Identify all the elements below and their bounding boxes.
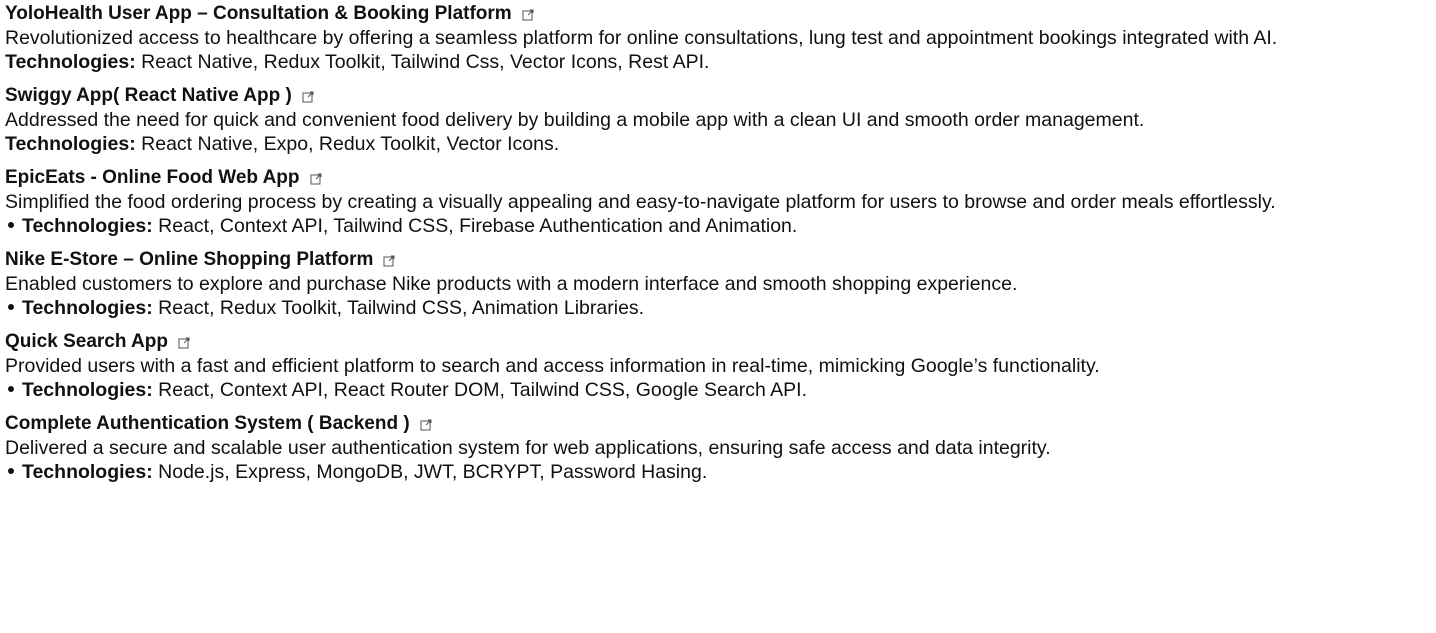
tech-list: React, Context API, Tailwind CSS, Fireba… <box>152 215 798 237</box>
tech-list: React, Context API, React Router DOM, Ta… <box>152 379 808 401</box>
project-description: Enabled customers to explore and purchas… <box>5 273 1018 295</box>
project-technologies: Technologies: React, Redux Toolkit, Tail… <box>5 296 1436 320</box>
project-title: Swiggy App( React Native App ) <box>5 85 292 106</box>
project-title: YoloHealth User App – Consultation & Boo… <box>5 3 512 24</box>
project-description: Addressed the need for quick and conveni… <box>5 109 1145 131</box>
tech-label: Technologies: <box>5 51 136 73</box>
project-technologies: Technologies: React Native, Expo, Redux … <box>5 132 1436 156</box>
external-link-icon[interactable] <box>420 419 432 431</box>
bullet-icon <box>8 386 14 393</box>
tech-list: React Native, Redux Toolkit, Tailwind Cs… <box>135 51 710 73</box>
bullet-icon <box>8 468 14 475</box>
tech-label: Technologies: <box>22 297 153 319</box>
project-title: Complete Authentication System ( Backend… <box>5 413 410 434</box>
project-description: Delivered a secure and scalable user aut… <box>5 437 1051 459</box>
project-yolohealth: YoloHealth User App – Consultation & Boo… <box>5 2 1436 74</box>
external-link-icon[interactable] <box>302 91 314 103</box>
project-technologies: Technologies: React Native, Redux Toolki… <box>5 50 1436 74</box>
projects-section: YoloHealth User App – Consultation & Boo… <box>0 0 1436 633</box>
project-description: Revolutionized access to healthcare by o… <box>5 27 1278 49</box>
project-description: Provided users with a fast and efficient… <box>5 355 1100 377</box>
project-epiceats: EpicEats - Online Food Web App Simplifie… <box>5 166 1436 238</box>
project-quick-search: Quick Search App Provided users with a f… <box>5 330 1436 402</box>
project-title: Quick Search App <box>5 331 168 352</box>
project-swiggy: Swiggy App( React Native App ) Addressed… <box>5 84 1436 156</box>
project-technologies: Technologies: React, Context API, Tailwi… <box>5 214 1436 238</box>
external-link-icon[interactable] <box>383 255 395 267</box>
project-title: Nike E-Store – Online Shopping Platform <box>5 249 374 270</box>
project-technologies: Technologies: React, Context API, React … <box>5 378 1436 402</box>
project-auth-system: Complete Authentication System ( Backend… <box>5 412 1436 484</box>
tech-label: Technologies: <box>22 215 153 237</box>
project-title: EpicEats - Online Food Web App <box>5 167 300 188</box>
external-link-icon[interactable] <box>178 337 190 349</box>
tech-label: Technologies: <box>5 133 136 155</box>
tech-list: React Native, Expo, Redux Toolkit, Vecto… <box>135 133 560 155</box>
tech-label: Technologies: <box>22 379 153 401</box>
external-link-icon[interactable] <box>310 173 322 185</box>
project-nike: Nike E-Store – Online Shopping Platform … <box>5 248 1436 320</box>
project-description: Simplified the food ordering process by … <box>5 191 1276 213</box>
project-technologies: Technologies: Node.js, Express, MongoDB,… <box>5 460 1436 484</box>
bullet-icon <box>8 222 14 229</box>
bullet-icon <box>8 304 14 311</box>
external-link-icon[interactable] <box>522 9 534 21</box>
tech-list: React, Redux Toolkit, Tailwind CSS, Anim… <box>152 297 645 319</box>
tech-list: Node.js, Express, MongoDB, JWT, BCRYPT, … <box>152 461 708 483</box>
tech-label: Technologies: <box>22 461 153 483</box>
